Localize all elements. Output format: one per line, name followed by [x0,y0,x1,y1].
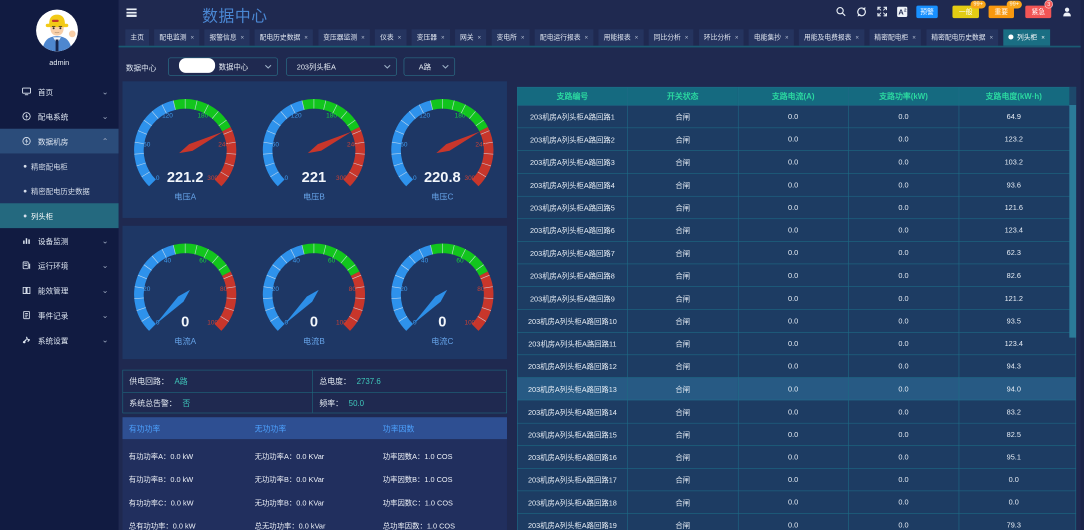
svg-text:电流A: 电流A [174,336,196,346]
svg-text:20: 20 [143,286,151,293]
svg-text:300: 300 [207,175,218,182]
svg-text:221.2: 221.2 [167,170,204,186]
svg-text:60: 60 [328,257,336,264]
svg-text:120: 120 [162,113,173,120]
svg-text:100: 100 [464,320,475,327]
svg-text:20: 20 [400,286,408,293]
svg-text:40: 40 [164,257,172,264]
svg-text:0: 0 [310,314,318,330]
svg-text:40: 40 [421,257,429,264]
svg-text:100: 100 [336,320,347,327]
svg-text:300: 300 [464,175,475,182]
svg-text:240: 240 [347,141,358,148]
svg-text:电压C: 电压C [431,191,453,201]
svg-text:60: 60 [456,257,464,264]
svg-text:0: 0 [181,314,189,330]
svg-text:20: 20 [272,286,280,293]
svg-text:电流B: 电流B [303,336,325,346]
svg-text:0: 0 [156,175,160,182]
svg-text:120: 120 [419,113,430,120]
svg-text:0: 0 [413,175,417,182]
svg-text:80: 80 [220,286,228,293]
svg-text:180: 180 [326,113,337,120]
svg-text:电流C: 电流C [431,336,453,346]
svg-text:300: 300 [336,175,347,182]
svg-text:180: 180 [197,113,208,120]
svg-text:80: 80 [349,286,357,293]
svg-text:240: 240 [475,141,486,148]
svg-text:220.8: 220.8 [424,170,461,186]
svg-text:240: 240 [218,141,229,148]
svg-text:60: 60 [400,141,408,148]
svg-text:0: 0 [285,175,289,182]
svg-text:180: 180 [455,113,466,120]
svg-text:60: 60 [199,257,207,264]
svg-text:电压A: 电压A [174,191,196,201]
svg-text:80: 80 [477,286,485,293]
svg-text:60: 60 [272,141,280,148]
svg-text:电压B: 电压B [303,191,325,201]
svg-text:60: 60 [143,141,151,148]
svg-text:0: 0 [438,314,446,330]
svg-text:221: 221 [302,170,326,186]
svg-text:100: 100 [207,320,218,327]
svg-text:120: 120 [291,113,302,120]
svg-text:40: 40 [293,257,301,264]
